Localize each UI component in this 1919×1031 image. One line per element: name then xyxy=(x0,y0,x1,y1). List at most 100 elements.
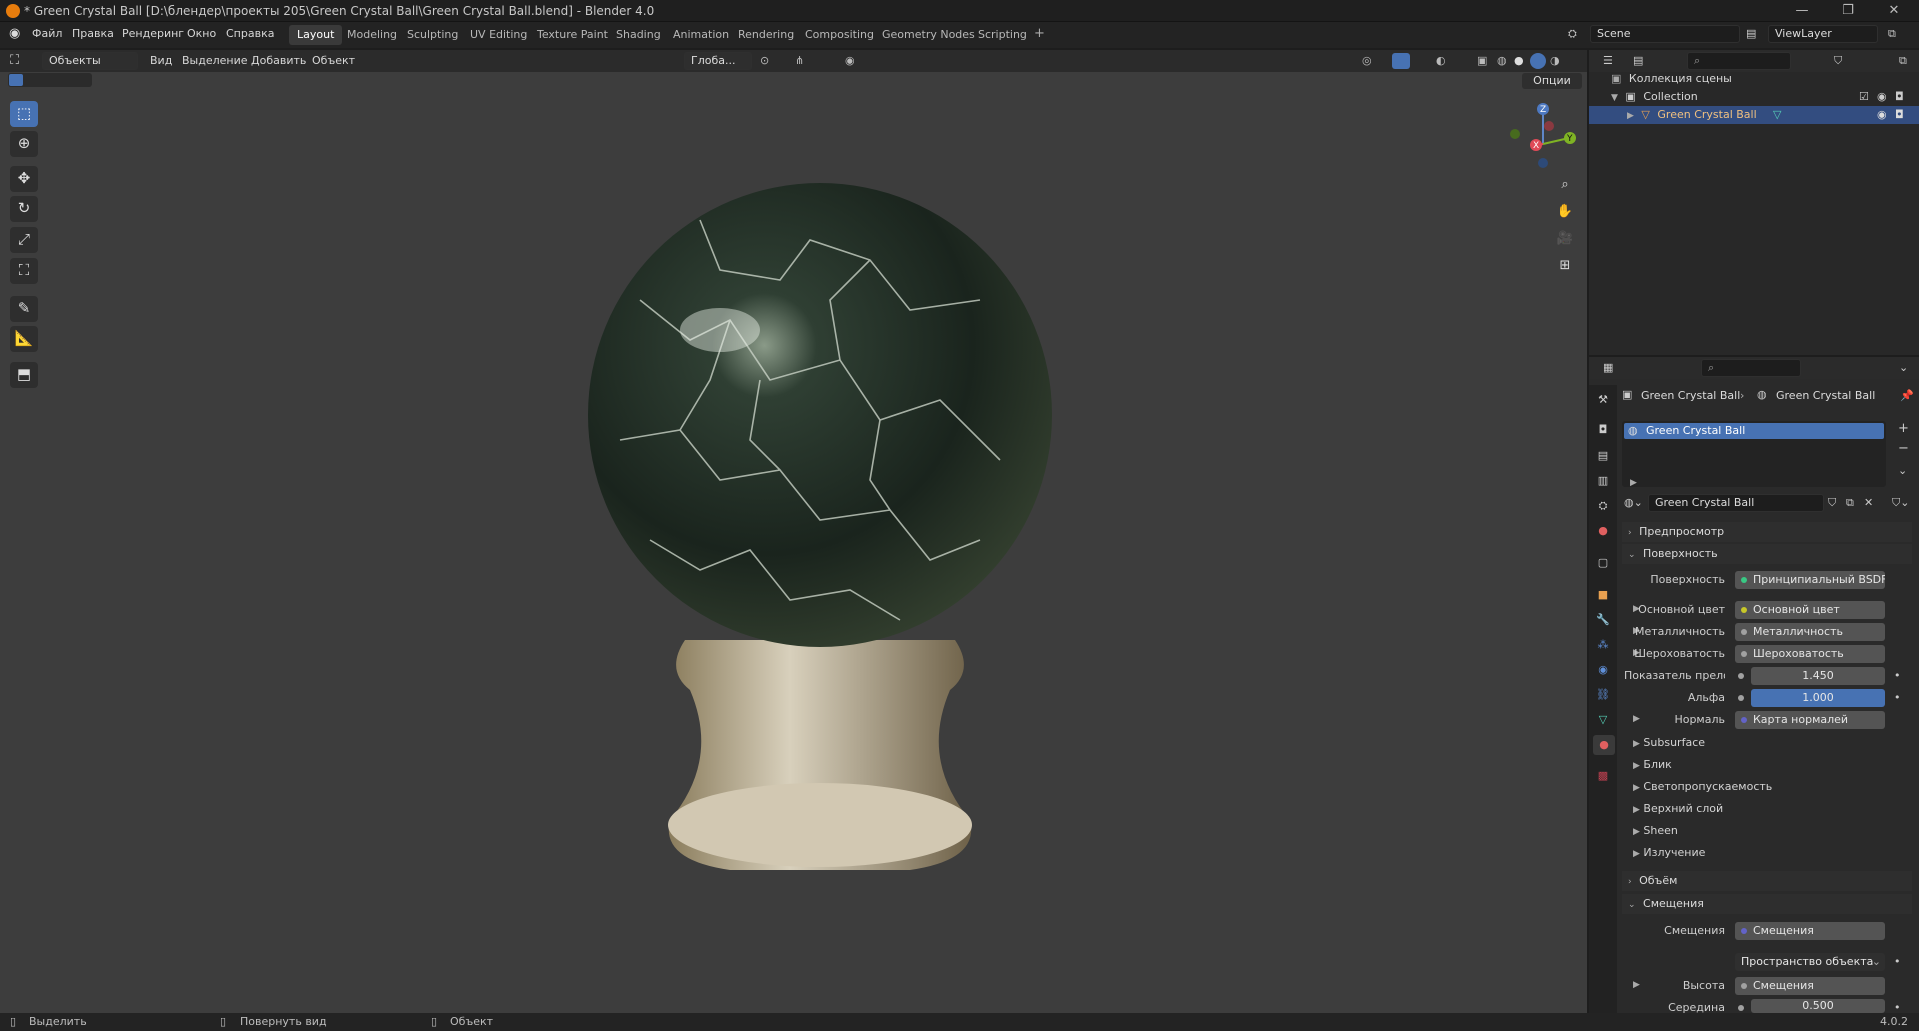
expand-arrow-icon[interactable]: ▶ xyxy=(1627,111,1634,121)
base-color-field[interactable]: Основной цвет xyxy=(1735,601,1885,619)
rendered-shading-icon[interactable]: ◑ xyxy=(1550,54,1560,67)
tab-modeling[interactable]: Modeling xyxy=(339,25,405,45)
add-workspace-icon[interactable]: + xyxy=(1034,26,1045,41)
metallic-field[interactable]: Металличность xyxy=(1735,623,1885,641)
select-new-button[interactable] xyxy=(9,74,23,86)
add-slot-icon[interactable]: + xyxy=(1898,421,1909,436)
viewport-menu-select[interactable]: Выделение xyxy=(182,54,248,67)
duplicate-material-icon[interactable]: ⧉ xyxy=(1846,496,1854,510)
modifier-tab-icon[interactable]: 🔧 xyxy=(1593,610,1613,630)
data-tab-icon[interactable]: ▽ xyxy=(1593,710,1613,730)
subpanel-coat[interactable]: ▶ Верхний слой xyxy=(1633,802,1723,815)
tab-layout[interactable]: Layout xyxy=(289,25,343,45)
tool-tab-icon[interactable]: ⚒ xyxy=(1593,390,1613,410)
new-collection-icon[interactable]: ⧉ xyxy=(1899,54,1907,68)
midlevel-field[interactable]: 0.500 xyxy=(1751,999,1885,1013)
annotate-tool[interactable]: ✎ xyxy=(10,296,38,322)
snap-icon[interactable]: ⋔ xyxy=(795,54,804,67)
solid-shading-icon[interactable]: ● xyxy=(1514,54,1524,67)
material-filter-icon[interactable]: ⛉⌄ xyxy=(1892,496,1909,510)
slot-list-expand-icon[interactable]: ▶ xyxy=(1630,478,1637,488)
mesh-data-icon[interactable]: ▽ xyxy=(1773,106,1781,124)
select-box-tool[interactable]: ⬚ xyxy=(10,101,38,127)
add-cube-tool[interactable]: ⬒ xyxy=(10,362,38,388)
output-tab-icon[interactable]: ▤ xyxy=(1593,446,1613,466)
material-shading-button[interactable] xyxy=(1530,53,1546,69)
keyframe-dot-icon[interactable]: • xyxy=(1894,955,1901,968)
exclude-checkbox[interactable]: ☑ xyxy=(1859,88,1869,106)
scale-tool[interactable]: ⤢ xyxy=(10,227,38,253)
subpanel-specular[interactable]: ▶ Блик xyxy=(1633,758,1672,771)
pan-view-icon[interactable]: ✋ xyxy=(1553,200,1577,224)
panel-displacement[interactable]: ⌄ Смещения xyxy=(1622,894,1912,914)
menu-window[interactable]: Окно xyxy=(187,27,216,40)
visibility-icon[interactable]: ◎ xyxy=(1362,54,1372,67)
roughness-field[interactable]: Шероховатость xyxy=(1735,645,1885,663)
tab-geometry-nodes[interactable]: Geometry Nodes xyxy=(874,25,983,45)
unlink-material-icon[interactable]: ✕ xyxy=(1864,496,1873,509)
gizmo-neg-x-axis[interactable] xyxy=(1544,121,1554,131)
proportional-edit-icon[interactable]: ◉ xyxy=(845,54,855,67)
view-layer-icon[interactable]: ▤ xyxy=(1746,27,1756,40)
navigation-gizmo[interactable]: Z Y X xyxy=(1505,100,1585,175)
subpanel-subsurface[interactable]: ▶ Subsurface xyxy=(1633,736,1705,749)
eye-icon[interactable]: ◉ xyxy=(1877,106,1887,124)
close-button[interactable]: ✕ xyxy=(1872,0,1916,22)
cursor-tool[interactable]: ⊕ xyxy=(10,131,38,157)
properties-search-input[interactable]: ⌕ xyxy=(1701,359,1801,377)
tab-rendering[interactable]: Rendering xyxy=(730,25,802,45)
constraints-tab-icon[interactable]: ⛓ xyxy=(1593,685,1613,705)
material-browse-icon[interactable]: ◍⌄ xyxy=(1624,496,1643,509)
blender-menu-icon[interactable]: ◉ xyxy=(9,26,20,41)
mode-select[interactable]: Объекты xyxy=(42,52,138,70)
slot-specials-icon[interactable]: ⌄ xyxy=(1898,464,1907,477)
pivot-icon[interactable]: ⊙ xyxy=(760,54,769,67)
tab-sculpting[interactable]: Sculpting xyxy=(399,25,466,45)
properties-editor-icon[interactable]: ▦ xyxy=(1603,361,1613,374)
maximize-button[interactable]: ❐ xyxy=(1826,0,1870,22)
green-crystal-ball-render[interactable] xyxy=(580,180,1060,870)
scene-tab-icon[interactable]: ⛭ xyxy=(1593,496,1613,516)
tab-animation[interactable]: Animation xyxy=(665,25,737,45)
zoom-view-icon[interactable]: ⌕ xyxy=(1553,173,1577,197)
subpanel-emission[interactable]: ▶ Излучение xyxy=(1633,846,1705,859)
render-camera-icon[interactable]: ◘ xyxy=(1895,88,1904,106)
measure-tool[interactable]: 📐 xyxy=(10,326,38,352)
object-tab-icon[interactable]: ■ xyxy=(1593,585,1613,605)
subpanel-sheen[interactable]: ▶ Sheen xyxy=(1633,824,1678,837)
panel-volume[interactable]: › Объём xyxy=(1622,871,1912,891)
display-mode-icon[interactable]: ▤ xyxy=(1633,54,1643,67)
displacement-field[interactable]: Смещения xyxy=(1735,922,1885,940)
outliner-editor-icon[interactable]: ☰ xyxy=(1603,54,1613,67)
material-slot-item[interactable]: Green Crystal Ball xyxy=(1624,423,1884,439)
render-tab-icon[interactable]: ◘ xyxy=(1593,420,1613,440)
filter-icon[interactable]: ⛉ xyxy=(1834,54,1842,68)
scene-field[interactable]: Scene xyxy=(1590,25,1740,43)
rotate-tool[interactable]: ↻ xyxy=(10,196,38,222)
world-tab-icon[interactable]: ● xyxy=(1593,521,1613,541)
remove-slot-icon[interactable]: − xyxy=(1898,441,1909,456)
xray-icon[interactable]: ▣ xyxy=(1477,54,1487,67)
view-layer-field[interactable]: ViewLayer xyxy=(1768,25,1878,43)
particles-tab-icon[interactable]: ⁂ xyxy=(1593,635,1613,655)
keyframe-dot-icon[interactable]: • xyxy=(1894,691,1901,704)
outliner-row-green-crystal-ball[interactable]: ▶ ▽ Green Crystal Ball ▽ ◉ ◘ xyxy=(1589,106,1919,124)
material-tab-icon[interactable]: ● xyxy=(1593,735,1615,755)
keyframe-dot-icon[interactable]: • xyxy=(1894,669,1901,682)
tab-shading[interactable]: Shading xyxy=(608,25,669,45)
gizmo-toggle-button[interactable] xyxy=(1392,53,1410,69)
panel-surface[interactable]: ⌄ Поверхность xyxy=(1622,544,1912,564)
panel-preview[interactable]: › Предпросмотр xyxy=(1622,522,1912,542)
transform-tool[interactable]: ⛶ xyxy=(10,258,38,284)
scene-icon[interactable]: ⛭ xyxy=(1568,27,1577,41)
menu-edit[interactable]: Правка xyxy=(72,27,114,40)
displacement-space-select[interactable]: Пространство объекта ⌄ xyxy=(1735,953,1885,971)
move-tool[interactable]: ✥ xyxy=(10,166,38,192)
subpanel-transmission[interactable]: ▶ Светопропускаемость xyxy=(1633,780,1772,793)
physics-tab-icon[interactable]: ◉ xyxy=(1593,660,1613,680)
options-dropdown[interactable]: Опции xyxy=(1522,73,1582,89)
normal-field[interactable]: Карта нормалей xyxy=(1735,711,1885,729)
collection-tab-icon[interactable]: ▢ xyxy=(1593,553,1613,573)
tab-uv-editing[interactable]: UV Editing xyxy=(462,25,535,45)
wireframe-shading-icon[interactable]: ◍ xyxy=(1497,54,1507,67)
